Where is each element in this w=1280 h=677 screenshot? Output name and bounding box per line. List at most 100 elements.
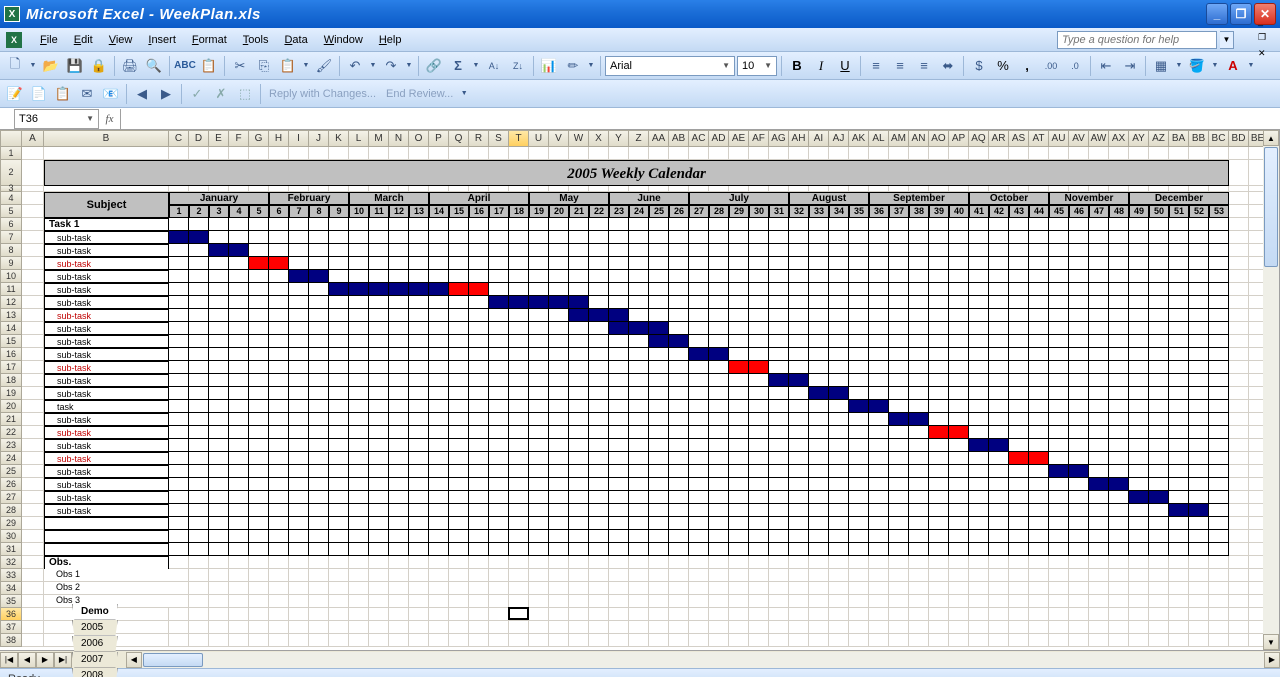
gantt-cell[interactable] [989,530,1009,543]
gantt-cell[interactable] [949,491,969,504]
comma-icon[interactable]: , [1016,55,1038,77]
gantt-cell[interactable] [1109,517,1129,530]
gantt-cell[interactable] [389,348,409,361]
gantt-cell[interactable] [929,335,949,348]
cell[interactable] [1149,621,1169,634]
gantt-cell[interactable] [849,231,869,244]
gantt-cell[interactable] [769,296,789,309]
gantt-cell[interactable] [169,361,189,374]
cell[interactable] [1229,322,1249,335]
cell[interactable] [549,147,569,160]
name-box[interactable]: T36▼ [14,109,99,129]
gantt-cell[interactable] [469,283,489,296]
cell[interactable] [789,569,809,582]
gantt-cell[interactable] [829,335,849,348]
cell[interactable] [1089,634,1109,647]
gantt-cell[interactable] [929,517,949,530]
gantt-cell[interactable] [529,296,549,309]
gantt-cell[interactable] [389,413,409,426]
gantt-cell[interactable] [489,257,509,270]
align-right-icon[interactable]: ≡ [913,55,935,77]
gantt-cell[interactable] [769,283,789,296]
cell[interactable] [229,608,249,621]
row-header-36[interactable]: 36 [0,608,22,621]
gantt-cell[interactable] [789,231,809,244]
gantt-cell[interactable] [1029,426,1049,439]
redo-dropdown[interactable]: ▼ [404,62,414,69]
gantt-cell[interactable] [389,387,409,400]
cell[interactable] [729,634,749,647]
gantt-cell[interactable] [249,322,269,335]
gantt-cell[interactable] [1089,283,1109,296]
gantt-cell[interactable] [449,283,469,296]
gantt-cell[interactable] [169,244,189,257]
gantt-cell[interactable] [1109,348,1129,361]
gantt-cell[interactable] [709,517,729,530]
gantt-cell[interactable] [789,335,809,348]
gantt-cell[interactable] [789,322,809,335]
gantt-cell[interactable] [1049,413,1069,426]
cell[interactable] [649,608,669,621]
gantt-cell[interactable] [729,283,749,296]
gantt-cell[interactable] [849,530,869,543]
gantt-cell[interactable] [509,374,529,387]
cell[interactable] [209,569,229,582]
gantt-cell[interactable] [669,283,689,296]
gantt-cell[interactable] [349,504,369,517]
gantt-cell[interactable] [329,257,349,270]
cell[interactable] [749,569,769,582]
gantt-cell[interactable] [369,465,389,478]
gantt-cell[interactable] [369,387,389,400]
gantt-cell[interactable] [629,361,649,374]
increase-decimal-icon[interactable]: .00 [1040,55,1062,77]
gantt-cell[interactable] [249,257,269,270]
cell[interactable] [329,556,349,569]
gantt-cell[interactable] [1069,231,1089,244]
gantt-cell[interactable] [469,413,489,426]
gantt-cell[interactable] [989,465,1009,478]
col-header-AO[interactable]: AO [929,130,949,147]
gantt-cell[interactable] [1049,309,1069,322]
gantt-cell[interactable] [329,426,349,439]
col-header-BA[interactable]: BA [1169,130,1189,147]
gantt-cell[interactable] [1209,491,1229,504]
gantt-cell[interactable] [529,426,549,439]
gantt-cell[interactable] [229,218,249,231]
research-icon[interactable]: 📋 [198,55,220,77]
gantt-cell[interactable] [769,400,789,413]
gantt-cell[interactable] [769,413,789,426]
gantt-cell[interactable] [669,465,689,478]
gantt-cell[interactable] [329,361,349,374]
gantt-cell[interactable] [209,491,229,504]
gantt-cell[interactable] [709,478,729,491]
cell[interactable] [269,582,289,595]
gantt-cell[interactable] [369,504,389,517]
cell[interactable] [509,621,529,634]
cell[interactable] [849,582,869,595]
decrease-indent-icon[interactable]: ⇤ [1095,55,1117,77]
formula-input[interactable] [121,109,1280,129]
cell[interactable] [469,582,489,595]
cell[interactable] [969,621,989,634]
gantt-cell[interactable] [289,413,309,426]
gantt-cell[interactable] [1129,218,1149,231]
gantt-cell[interactable] [889,270,909,283]
gantt-cell[interactable] [909,478,929,491]
gantt-cell[interactable] [629,491,649,504]
gantt-cell[interactable] [309,517,329,530]
gantt-cell[interactable] [489,231,509,244]
gantt-cell[interactable] [389,374,409,387]
gantt-cell[interactable] [589,348,609,361]
gantt-cell[interactable] [1029,543,1049,556]
cell[interactable] [22,595,44,608]
gantt-cell[interactable] [1049,465,1069,478]
task-label[interactable]: sub-task [44,244,169,257]
gantt-cell[interactable] [369,452,389,465]
cell[interactable] [509,634,529,647]
cell[interactable] [249,582,269,595]
cell[interactable] [1169,634,1189,647]
gantt-cell[interactable] [449,530,469,543]
cell[interactable] [869,595,889,608]
cell[interactable] [629,634,649,647]
gantt-cell[interactable] [749,218,769,231]
